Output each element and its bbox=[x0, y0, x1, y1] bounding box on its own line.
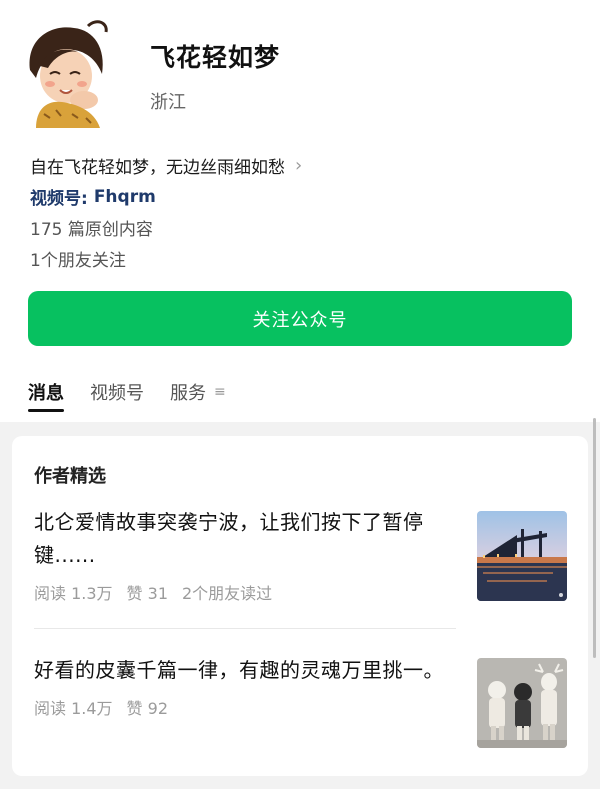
article-thumbnail bbox=[477, 511, 567, 601]
channel-label: 视频号: bbox=[30, 189, 88, 209]
avatar[interactable] bbox=[22, 18, 112, 128]
profile-header: 飞花轻如梦 浙江 bbox=[0, 0, 600, 150]
read-count: 阅读 1.4万 bbox=[34, 699, 113, 718]
bio-row[interactable]: 自在飞花轻如梦，无边丝雨细如愁 › bbox=[30, 150, 570, 181]
chevron-right-icon: › bbox=[295, 155, 303, 176]
channel-value: Fhqrm bbox=[93, 186, 156, 207]
channel-link[interactable]: 视频号: Fhqrm bbox=[30, 181, 570, 212]
account-region: 浙江 bbox=[150, 92, 186, 113]
friends-following[interactable]: 1个朋友关注 bbox=[30, 243, 570, 274]
tab-label: 视频号 bbox=[90, 383, 144, 404]
featured-card: 作者精选 北仑爱情故事突袭宁波，让我们按下了暂停键...... 阅读 1.3万 … bbox=[12, 436, 588, 776]
like-count: 赞 92 bbox=[126, 699, 168, 718]
tab-label: 消息 bbox=[28, 383, 64, 404]
follow-button[interactable]: 关注公众号 bbox=[28, 291, 572, 346]
menu-icon: ≡ bbox=[214, 384, 226, 400]
article-item[interactable]: 好看的皮囊千篇一律，有趣的灵魂万里挑一。 阅读 1.4万 赞 92 bbox=[34, 654, 568, 748]
tab-services[interactable]: 服务 ≡ bbox=[170, 372, 226, 412]
tab-messages[interactable]: 消息 bbox=[28, 372, 64, 412]
article-title: 北仑爱情故事突袭宁波，让我们按下了暂停键...... bbox=[34, 510, 424, 567]
section-title: 作者精选 bbox=[34, 466, 106, 487]
tab-bar: 消息 视频号 服务 ≡ bbox=[28, 372, 252, 414]
tab-label: 服务 bbox=[170, 383, 206, 404]
account-name: 飞花轻如梦 bbox=[150, 43, 281, 72]
divider bbox=[34, 628, 456, 629]
tab-channels[interactable]: 视频号 bbox=[90, 372, 144, 412]
scrollbar[interactable] bbox=[593, 418, 596, 658]
profile-info: 自在飞花轻如梦，无边丝雨细如愁 › 视频号: Fhqrm 175 篇原创内容 1… bbox=[30, 150, 570, 274]
read-count: 阅读 1.3万 bbox=[34, 584, 113, 603]
article-item[interactable]: 北仑爱情故事突袭宁波，让我们按下了暂停键...... 阅读 1.3万 赞 31 … bbox=[34, 506, 568, 604]
article-title: 好看的皮囊千篇一律，有趣的灵魂万里挑一。 bbox=[34, 658, 444, 682]
original-count: 175 篇原创内容 bbox=[30, 220, 153, 240]
article-thumbnail bbox=[477, 658, 567, 748]
like-count: 赞 31 bbox=[126, 584, 168, 603]
bio-text: 自在飞花轻如梦，无边丝雨细如愁 bbox=[30, 158, 285, 178]
friends-read: 2个朋友读过 bbox=[182, 584, 273, 603]
